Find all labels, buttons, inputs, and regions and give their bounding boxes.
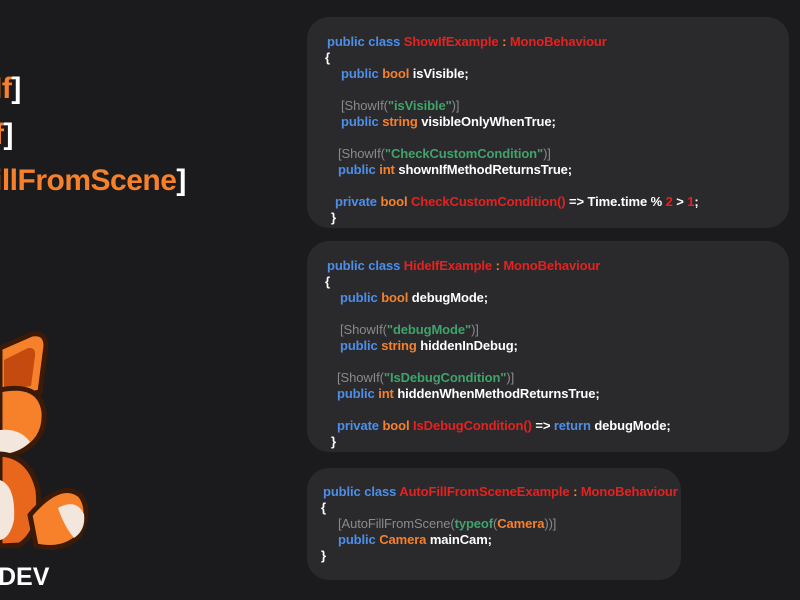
code-line: [AutoFillFromScene(typeof(Camera))] — [338, 516, 557, 531]
title-hideif: f] — [0, 118, 13, 151]
title-autofillfromscene: illFromScene] — [0, 164, 186, 197]
code-card-autofill: public class AutoFillFromSceneExample : … — [307, 468, 681, 580]
code-line: { — [325, 274, 330, 289]
code-line: public int hiddenWhenMethodReturnsTrue; — [337, 386, 600, 401]
code-line: private bool CheckCustomCondition() => T… — [335, 194, 699, 209]
code-line: public Camera mainCam; — [338, 532, 492, 547]
code-line: } — [321, 548, 326, 563]
code-line: public int shownIfMethodReturnsTrue; — [338, 162, 573, 177]
code-line: { — [321, 500, 326, 515]
code-line: [ShowIf("CheckCustomCondition")] — [338, 146, 551, 161]
code-line: public class AutoFillFromSceneExample : … — [323, 484, 678, 499]
code-card-showif: public class ShowIfExample : MonoBehavio… — [307, 17, 789, 228]
code-line: [ShowIf("debugMode")] — [340, 322, 479, 337]
code-line: [ShowIf("isVisible")] — [341, 98, 460, 113]
code-line: { — [325, 50, 330, 65]
code-line: private bool IsDebugCondition() => retur… — [337, 418, 671, 433]
code-line: public bool debugMode; — [340, 290, 489, 305]
code-card-hideif: public class HideIfExample : MonoBehavio… — [307, 241, 789, 452]
code-line: } — [331, 210, 336, 225]
code-line: public class HideIfExample : MonoBehavio… — [327, 258, 601, 273]
title-showif: If] — [0, 72, 21, 105]
code-line: [ShowIf("IsDebugCondition")] — [337, 370, 515, 385]
code-line: public class ShowIfExample : MonoBehavio… — [327, 34, 607, 49]
code-line: public string visibleOnlyWhenTrue; — [341, 114, 556, 129]
code-line: public bool isVisible; — [341, 66, 469, 81]
brand-label: DEV — [0, 563, 50, 591]
code-line: public string hiddenInDebug; — [340, 338, 518, 353]
fox-mascot-icon — [0, 331, 89, 551]
code-line: } — [331, 434, 336, 449]
